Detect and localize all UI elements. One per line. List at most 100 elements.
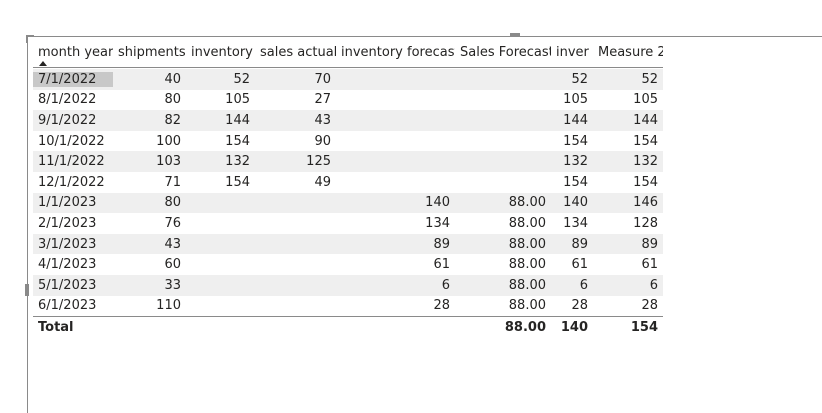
cell-inventory-forecast[interactable]: 6 (336, 278, 455, 293)
table-row[interactable]: 4/1/2023 60 61 88.00 61 61 (33, 254, 663, 275)
table-row[interactable]: 12/1/2022 71 154 49 154 154 (33, 171, 663, 193)
cell-measure-2[interactable]: 28 (593, 298, 663, 313)
column-header-inventory[interactable]: inventory (186, 45, 255, 60)
cell-shipments[interactable]: 33 (113, 278, 186, 293)
cell-shipments[interactable]: 60 (113, 257, 186, 272)
column-header-measure-2[interactable]: Measure 2 (593, 45, 663, 60)
cell-shipments[interactable]: 103 (113, 154, 186, 169)
cell-inver[interactable]: 6 (551, 278, 593, 293)
cell-inver[interactable]: 144 (551, 113, 593, 128)
table-row[interactable]: 10/1/2022 100 154 90 154 154 (33, 130, 663, 152)
table-row[interactable]: 8/1/2022 80 105 27 105 105 (33, 89, 663, 111)
resize-handle-top-left-vertical[interactable] (26, 35, 28, 43)
cell-measure-2[interactable]: 52 (593, 72, 663, 87)
cell-inventory[interactable]: 144 (186, 113, 255, 128)
table-row[interactable]: 2/1/2023 76 134 88.00 134 128 (33, 213, 663, 234)
cell-sales-forecast[interactable]: 88.00 (455, 298, 551, 313)
resize-handle-top[interactable] (510, 33, 520, 37)
table-row[interactable]: 1/1/2023 80 140 88.00 140 146 (33, 192, 663, 214)
cell-measure-2[interactable]: 89 (593, 237, 663, 252)
cell-measure-2[interactable]: 154 (593, 175, 663, 190)
cell-sales-actual[interactable]: 90 (255, 134, 336, 149)
cell-shipments[interactable]: 100 (113, 134, 186, 149)
cell-month-year[interactable]: 1/1/2023 (33, 195, 113, 210)
resize-handle-left[interactable] (25, 284, 29, 296)
cell-shipments[interactable]: 82 (113, 113, 186, 128)
cell-month-year[interactable]: 2/1/2023 (33, 216, 113, 231)
table-row[interactable]: 3/1/2023 43 89 88.00 89 89 (33, 233, 663, 255)
cell-inver[interactable]: 105 (551, 92, 593, 107)
table-row[interactable]: 7/1/2022 40 52 70 52 52 (33, 69, 663, 90)
cell-month-year[interactable]: 6/1/2023 (33, 298, 113, 313)
cell-measure-2[interactable]: 105 (593, 92, 663, 107)
cell-shipments[interactable]: 76 (113, 216, 186, 231)
cell-month-year[interactable]: 3/1/2023 (33, 237, 113, 252)
table-row[interactable]: 11/1/2022 103 132 125 132 132 (33, 151, 663, 172)
column-header-shipments[interactable]: shipments (113, 45, 186, 60)
cell-inver[interactable]: 134 (551, 216, 593, 231)
cell-month-year[interactable]: 10/1/2022 (33, 134, 113, 149)
cell-measure-2[interactable]: 154 (593, 134, 663, 149)
column-header-inver[interactable]: inver (551, 45, 593, 60)
cell-measure-2[interactable]: 144 (593, 113, 663, 128)
cell-measure-2[interactable]: 128 (593, 216, 663, 231)
cell-inver[interactable]: 154 (551, 175, 593, 190)
cell-inventory[interactable]: 105 (186, 92, 255, 107)
cell-inver[interactable]: 61 (551, 257, 593, 272)
cell-inventory[interactable]: 154 (186, 175, 255, 190)
cell-inver[interactable]: 52 (551, 72, 593, 87)
cell-inver[interactable]: 140 (551, 195, 593, 210)
cell-measure-2[interactable]: 146 (593, 195, 663, 210)
cell-month-year[interactable]: 11/1/2022 (33, 154, 113, 169)
cell-shipments[interactable]: 71 (113, 175, 186, 190)
cell-month-year[interactable]: 8/1/2022 (33, 92, 113, 107)
cell-inventory-forecast[interactable]: 61 (336, 257, 455, 272)
cell-shipments[interactable]: 40 (113, 72, 186, 87)
cell-sales-forecast[interactable]: 88.00 (455, 278, 551, 293)
cell-inventory[interactable]: 132 (186, 154, 255, 169)
total-cell-month-year: Total (38, 319, 74, 335)
cell-inventory[interactable]: 52 (186, 72, 255, 87)
cell-shipments[interactable]: 80 (113, 92, 186, 107)
table-row[interactable]: 5/1/2023 33 6 88.00 6 6 (33, 274, 663, 296)
cell-inventory-forecast[interactable]: 28 (336, 298, 455, 313)
column-header-month-year[interactable]: month year (33, 45, 113, 60)
cell-shipments[interactable]: 43 (113, 237, 186, 252)
column-header-sales-actual[interactable]: sales actual (255, 45, 336, 60)
header-row: month year shipments inventory sales act… (33, 40, 663, 64)
cell-month-year[interactable]: 9/1/2022 (33, 113, 113, 128)
cell-inver[interactable]: 132 (551, 154, 593, 169)
cell-month-year[interactable]: 4/1/2023 (33, 257, 113, 272)
header-divider (33, 67, 663, 68)
cell-sales-forecast[interactable]: 88.00 (455, 257, 551, 272)
total-cell-measure-2: 154 (630, 319, 658, 335)
cell-sales-actual[interactable]: 49 (255, 175, 336, 190)
cell-month-year[interactable]: 5/1/2023 (33, 278, 113, 293)
cell-sales-forecast[interactable]: 88.00 (455, 237, 551, 252)
table-row[interactable]: 9/1/2022 82 144 43 144 144 (33, 110, 663, 131)
cell-sales-actual[interactable]: 43 (255, 113, 336, 128)
cell-month-year[interactable]: 12/1/2022 (33, 175, 113, 190)
cell-sales-actual[interactable]: 70 (255, 72, 336, 87)
cell-inver[interactable]: 89 (551, 237, 593, 252)
column-header-sales-forecast[interactable]: Sales Forecast (455, 45, 551, 60)
cell-measure-2[interactable]: 6 (593, 278, 663, 293)
cell-inventory-forecast[interactable]: 140 (336, 195, 455, 210)
cell-inventory[interactable]: 154 (186, 134, 255, 149)
cell-shipments[interactable]: 80 (113, 195, 186, 210)
cell-inventory-forecast[interactable]: 89 (336, 237, 455, 252)
column-header-inventory-forecast[interactable]: inventory forecast (336, 45, 455, 60)
sort-ascending-icon[interactable] (39, 61, 47, 66)
cell-shipments[interactable]: 110 (113, 298, 186, 313)
cell-measure-2[interactable]: 132 (593, 154, 663, 169)
cell-measure-2[interactable]: 61 (593, 257, 663, 272)
cell-inventory-forecast[interactable]: 134 (336, 216, 455, 231)
cell-inver[interactable]: 28 (551, 298, 593, 313)
cell-sales-actual[interactable]: 125 (255, 154, 336, 169)
cell-month-year[interactable]: 7/1/2022 (33, 71, 113, 87)
cell-sales-forecast[interactable]: 88.00 (455, 195, 551, 210)
cell-sales-forecast[interactable]: 88.00 (455, 216, 551, 231)
cell-sales-actual[interactable]: 27 (255, 92, 336, 107)
cell-inver[interactable]: 154 (551, 134, 593, 149)
table-row[interactable]: 6/1/2023 110 28 88.00 28 28 (33, 295, 663, 317)
